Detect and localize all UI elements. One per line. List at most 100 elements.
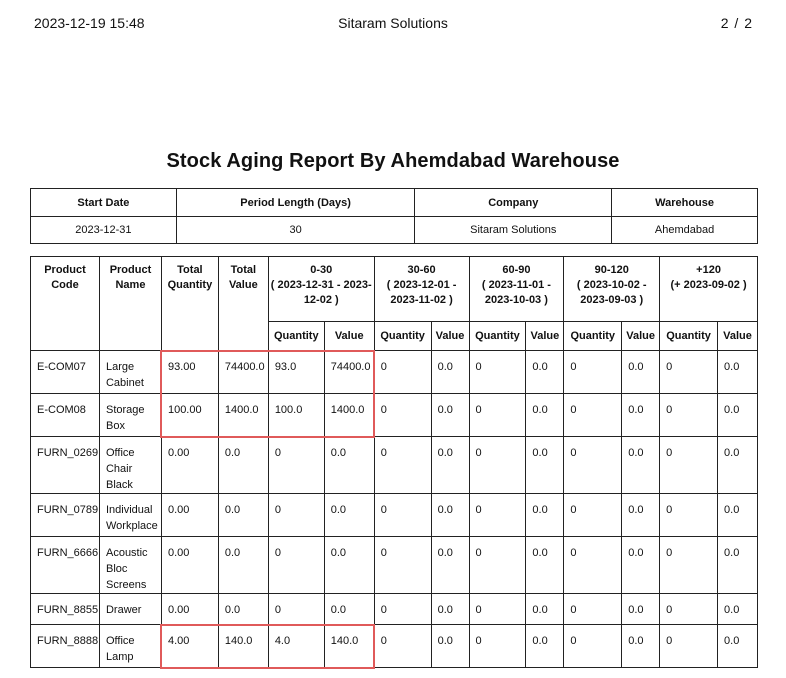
period-quantity-cell: 0 (468, 536, 527, 594)
start-date-value: 2023-12-31 (30, 216, 177, 244)
total-value-cell: 0.0 (217, 536, 269, 594)
total-value-cell: 0.0 (217, 493, 269, 537)
period-dates: ( 2023-12-31 - 2023-12-02 ) (270, 279, 372, 306)
page-indicator: 2 / 2 (720, 15, 753, 31)
period-value-cell: 0.0 (621, 624, 661, 668)
period-value-cell: 0.0 (717, 393, 758, 437)
period-quantity-cell: 0 (563, 593, 623, 625)
warehouse-header: Warehouse (611, 188, 758, 217)
period-value-cell: 0.0 (717, 350, 758, 394)
period-quantity-cell: 0 (659, 593, 719, 625)
period-value-cell: 0.0 (717, 493, 758, 537)
company-header: Company (414, 188, 613, 217)
report-title: Stock Aging Report By Ahemdabad Warehous… (166, 150, 620, 172)
stock-aging-table: Product Code Product Name Total Quantity… (30, 256, 758, 668)
period-value-cell: 0.0 (430, 493, 470, 537)
product-name-cell: Office Chair Black (98, 436, 162, 494)
period-quantity-cell: 0 (468, 493, 527, 537)
period-dates: ( 2023-12-01 - 2023-11-02 ) (386, 279, 457, 306)
period-quantity-cell: 4.0 (267, 624, 325, 668)
period-quantity-cell: 0 (373, 624, 432, 668)
table-body: E-COM07 Large Cabinet 93.00 74400.0 93.0 7440… (30, 350, 758, 668)
product-code-cell: FURN_6666 (30, 536, 100, 594)
period-value-cell: 0.0 (621, 436, 661, 494)
quantity-subheader: Quantity (659, 321, 719, 351)
table-row: FURN_8855 Drawer 0.00 0.0 0 0.0 0 0.0 0 0.0 0 0.0 0 0… (30, 593, 758, 625)
period-value-cell: 0.0 (430, 393, 470, 437)
total-value-cell: 0.0 (217, 436, 269, 494)
total-quantity-cell: 0.00 (160, 436, 219, 494)
period-quantity-cell: 0 (659, 624, 719, 668)
total-value-header: Total Value (217, 256, 269, 351)
total-quantity-cell: 0.00 (160, 593, 219, 625)
period-range: 0-30 (310, 264, 333, 276)
period-value-cell: 0.0 (621, 393, 661, 437)
period-quantity-cell: 0 (373, 493, 432, 537)
period-quantity-cell: 0 (563, 493, 623, 537)
period-quantity-cell: 0 (468, 624, 527, 668)
period-quantity-cell: 0 (468, 393, 527, 437)
product-code-cell: E-COM08 (30, 393, 100, 437)
table-row: E-COM08 Storage Box 100.00 1400.0 100.0 1400.… (30, 393, 758, 437)
product-code-cell: FURN_8855 (30, 593, 100, 625)
product-code-cell: FURN_0269 (30, 436, 100, 494)
period-value-cell: 1400.0 (323, 393, 375, 437)
total-quantity-header: Total Quantity (160, 256, 219, 351)
period-value-cell: 0.0 (525, 393, 565, 437)
period-value-cell: 0.0 (525, 493, 565, 537)
period-header: 0-30 ( 2023-12-31 - 2023-12-02 ) (267, 256, 375, 322)
total-value-cell: 140.0 (217, 624, 269, 668)
period-quantity-cell: 100.0 (267, 393, 325, 437)
period-value-cell: 0.0 (621, 350, 661, 394)
period-quantity-cell: 0 (659, 436, 719, 494)
total-value-cell: 74400.0 (217, 350, 269, 394)
product-name-cell: Individual Workplace (98, 493, 162, 537)
period-quantity-cell: 0 (563, 624, 623, 668)
period-quantity-cell: 0 (267, 493, 325, 537)
period-quantity-cell: 0 (267, 536, 325, 594)
table-row: FURN_6666 Acoustic Bloc Screens 0.00 0.0 0 0.… (30, 536, 758, 594)
company-value: Sitaram Solutions (414, 216, 613, 244)
product-name-cell: Drawer (98, 593, 162, 625)
period-quantity-cell: 0 (563, 436, 623, 494)
quantity-subheader: Quantity (563, 321, 623, 351)
period-dates: (+ 2023-09-02 ) (670, 279, 747, 291)
period-quantity-cell: 0 (563, 536, 623, 594)
total-value-cell: 0.0 (217, 593, 269, 625)
period-value-cell: 0.0 (717, 536, 758, 594)
warehouse-value: Ahemdabad (611, 216, 758, 244)
period-quantity-cell: 0 (373, 350, 432, 394)
period-value-cell: 0.0 (430, 350, 470, 394)
start-date-header: Start Date (30, 188, 177, 217)
period-value-cell: 0.0 (430, 624, 470, 668)
table-row: E-COM07 Large Cabinet 93.00 74400.0 93.0 7440… (30, 350, 758, 394)
period-value-cell: 0.0 (621, 536, 661, 594)
value-subheader: Value (621, 321, 661, 351)
product-name-cell: Office Lamp (98, 624, 162, 668)
total-quantity-cell: 4.00 (160, 624, 219, 668)
period-value-cell: 0.0 (525, 436, 565, 494)
period-range: 90-120 (594, 264, 629, 276)
period-value-cell: 0.0 (323, 493, 375, 537)
product-code-cell: FURN_8888 (30, 624, 100, 668)
period-value-cell: 0.0 (717, 593, 758, 625)
print-company: Sitaram Solutions (338, 15, 448, 31)
period-header: 30-60 ( 2023-12-01 - 2023-11-02 ) (373, 256, 470, 322)
period-dates: ( 2023-10-02 - 2023-09-03 ) (576, 279, 647, 306)
period-quantity-cell: 0 (373, 393, 432, 437)
period-quantity-cell: 0 (468, 350, 527, 394)
period-range: +120 (696, 264, 721, 276)
period-value-cell: 0.0 (430, 593, 470, 625)
period-quantity-cell: 0 (659, 536, 719, 594)
period-quantity-cell: 0 (373, 436, 432, 494)
period-value-cell: 0.0 (430, 436, 470, 494)
total-quantity-cell: 0.00 (160, 536, 219, 594)
period-value-cell: 0.0 (430, 536, 470, 594)
product-name-cell: Acoustic Bloc Screens (98, 536, 162, 594)
period-value-cell: 140.0 (323, 624, 375, 668)
product-name-cell: Large Cabinet (98, 350, 162, 394)
period-value-cell: 0.0 (621, 593, 661, 625)
period-quantity-cell: 0 (659, 393, 719, 437)
period-value-cell: 0.0 (525, 350, 565, 394)
period-dates: ( 2023-11-01 - 2023-10-03 ) (481, 279, 551, 306)
